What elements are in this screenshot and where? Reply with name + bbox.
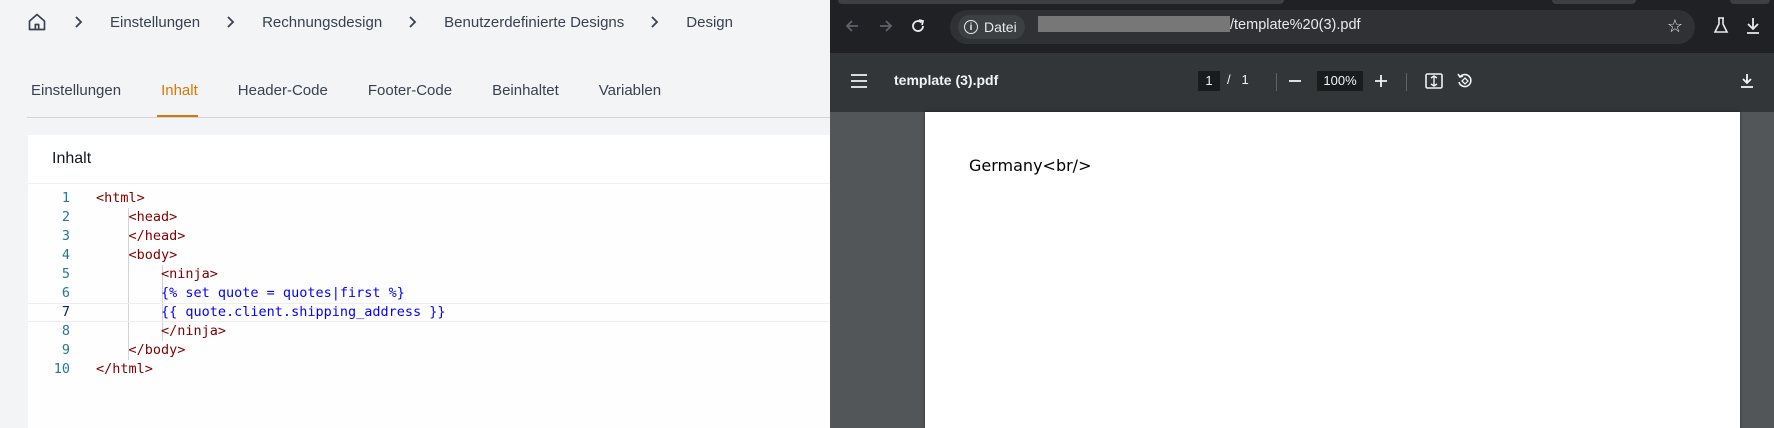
menu-icon[interactable] (847, 69, 871, 93)
tab-variablen[interactable]: Variablen (595, 70, 661, 117)
site-info-chip[interactable]: i Datei (958, 15, 1025, 39)
code-text: <html> (96, 190, 145, 206)
url-text: /template%20(3).pdf (1230, 17, 1361, 33)
code-text: </html> (96, 361, 153, 377)
chevron-right-icon (648, 16, 662, 28)
code-text: </ninja> (96, 323, 227, 339)
line-number: 3 (61, 228, 70, 244)
line-number: 1 (61, 190, 70, 206)
pdf-title: template (3).pdf (894, 72, 999, 88)
chevron-right-icon (224, 16, 238, 28)
breadcrumb: Einstellungen Rechnungsdesign Benutzerde… (26, 10, 733, 34)
code-text: <ninja> (96, 266, 218, 282)
code-line: 8 </ninja> (28, 322, 830, 341)
code-text: </body> (96, 342, 186, 358)
line-number: 9 (61, 342, 70, 358)
code-text: </head> (96, 228, 186, 244)
rotate-icon[interactable] (1453, 69, 1477, 93)
line-number: 4 (61, 247, 70, 263)
breadcrumb-item[interactable]: Benutzerdefinierte Designs (444, 14, 624, 31)
code-line: 5 <ninja> (28, 265, 830, 284)
code-line: 2 <head> (28, 208, 830, 227)
line-number: 2 (61, 209, 70, 225)
info-icon: i (964, 20, 978, 34)
redacted-url-part (1038, 16, 1230, 32)
breadcrumb-item[interactable]: Rechnungsdesign (262, 14, 382, 31)
pdf-toolbar: template (3).pdf 1 / 1 100% (830, 53, 1774, 112)
tab-strip-edge (1552, 0, 1636, 4)
download-icon[interactable] (1735, 69, 1759, 93)
tab-inhalt[interactable]: Inhalt (157, 70, 198, 117)
zoom-input[interactable]: 100% (1317, 71, 1363, 91)
bookmark-star-icon[interactable]: ☆ (1667, 16, 1683, 37)
browser-toolbar: i Datei /template%20(3).pdf ☆ (830, 0, 1774, 53)
code-line: 3 </head> (28, 227, 830, 246)
tab-beinhaltet[interactable]: Beinhaltet (488, 70, 559, 117)
content-card: Inhalt 1 <html> 2 <head> 3 </head> 4 <bod… (28, 135, 830, 428)
tab-strip-edge (838, 0, 1284, 4)
page-separator: / (1227, 72, 1231, 87)
card-title: Inhalt (28, 135, 830, 184)
browser-window: i Datei /template%20(3).pdf ☆ template (… (830, 0, 1774, 428)
divider (1276, 73, 1277, 91)
code-line: 1 <html> (28, 189, 830, 208)
code-line: 10 </html> (28, 360, 830, 379)
code-text: <head> (96, 209, 178, 225)
divider (1406, 73, 1407, 91)
line-number: 7 (61, 304, 70, 320)
code-line: 9 </body> (28, 341, 830, 360)
pdf-page: Germany<br/> (925, 112, 1740, 428)
tab-header-code[interactable]: Header-Code (234, 70, 328, 117)
labs-flask-icon[interactable] (1709, 14, 1733, 38)
breadcrumb-item-current: Design (686, 13, 733, 31)
tab-footer-code[interactable]: Footer-Code (364, 70, 452, 117)
code-editor[interactable]: 1 <html> 2 <head> 3 </head> 4 <body> 5 <n… (28, 189, 830, 428)
page-count: / 1 (1227, 72, 1249, 87)
code-text: {% set quote = quotes|first %} (96, 285, 405, 301)
code-text: <body> (96, 247, 178, 263)
tab-bar: Einstellungen Inhalt Header-Code Footer-… (27, 70, 830, 118)
breadcrumb-item[interactable]: Einstellungen (110, 14, 200, 31)
line-number: 10 (53, 361, 70, 377)
page-number-input[interactable]: 1 (1198, 71, 1220, 91)
tab-einstellungen[interactable]: Einstellungen (27, 70, 121, 117)
code-text: {{ quote.client.shipping_address }} (96, 304, 446, 320)
zoom-in-icon[interactable] (1369, 69, 1393, 93)
tab-strip-edge (1730, 0, 1770, 4)
line-number: 5 (61, 266, 70, 282)
forward-icon[interactable] (874, 14, 898, 38)
code-line: 4 <body> (28, 246, 830, 265)
home-icon[interactable] (26, 11, 48, 33)
page-total: 1 (1241, 72, 1249, 87)
fit-page-icon[interactable] (1422, 69, 1446, 93)
back-icon[interactable] (840, 14, 864, 38)
reload-icon[interactable] (906, 14, 930, 38)
chevron-right-icon (72, 16, 86, 28)
line-number: 8 (61, 323, 70, 339)
chevron-right-icon (406, 16, 420, 28)
app-panel: Einstellungen Rechnungsdesign Benutzerde… (0, 0, 830, 428)
code-line-current: 7 {{ quote.client.shipping_address }} (28, 303, 830, 322)
downloads-icon[interactable] (1741, 14, 1765, 38)
line-number: 6 (61, 285, 70, 301)
address-bar[interactable]: i Datei /template%20(3).pdf ☆ (950, 10, 1695, 44)
site-info-label: Datei (984, 19, 1017, 35)
pdf-content-text: Germany<br/> (969, 156, 1092, 175)
code-line: 6 {% set quote = quotes|first %} (28, 284, 830, 303)
zoom-out-icon[interactable] (1283, 69, 1307, 93)
